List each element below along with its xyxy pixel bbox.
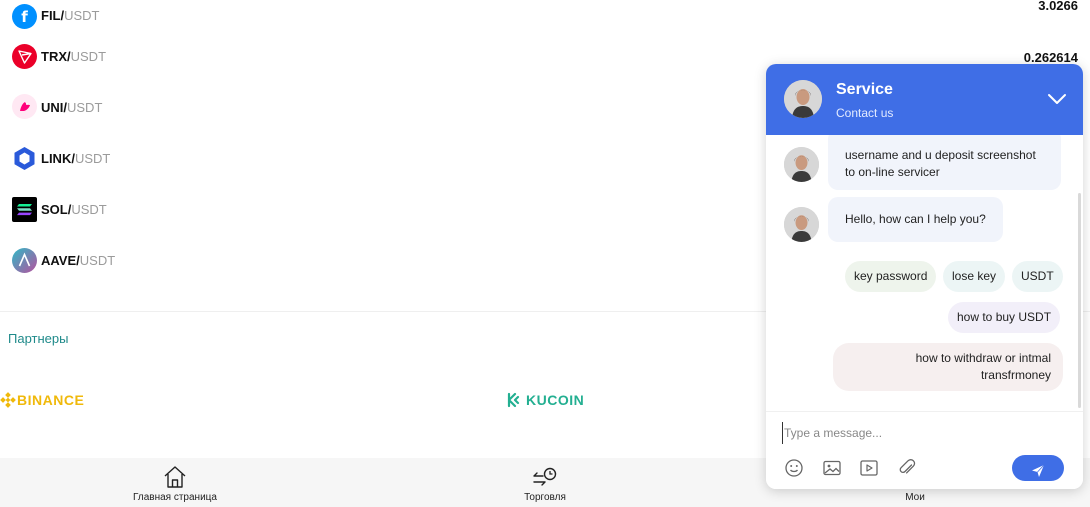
chat-scrollbar[interactable] [1078,193,1081,408]
uniswap-icon [12,94,37,119]
chat-input-bar [766,411,1083,489]
trade-clock-icon [533,467,557,486]
quick-reply-usdt[interactable]: USDT [1012,261,1063,292]
coin-quote: USDT [64,8,100,23]
coin-base: TRX/ [41,49,71,64]
chat-header: Service Contact us [766,64,1083,135]
binance-logo [0,392,16,408]
quick-reply-line: transfrmoney [980,368,1051,382]
aave-icon [12,248,37,273]
svg-text:f: f [21,8,28,26]
nav-trade[interactable]: Торговля [465,458,625,507]
nav-label: Торговля [524,492,566,503]
coin-base: FIL/ [41,8,65,23]
coin-price: 0.262614 [1023,50,1078,65]
nav-label: Главная страница [133,492,217,503]
partner-binance[interactable]: BINANCE [0,390,84,410]
partners-title: Партнеры [8,331,69,346]
chat-title: Service [836,81,893,98]
coin-base: SOL/ [41,202,72,217]
agent-message: username and u deposit screenshot to on-… [828,135,1061,190]
partner-name: KUCOIN [526,392,585,408]
chat-subtitle: Contact us [836,106,894,120]
agent-avatar [784,147,819,182]
quick-reply-line: how to withdraw or intmal [915,351,1051,365]
nav-home[interactable]: Главная страница [95,458,255,507]
nav-label: Мои [905,492,925,503]
coin-base: UNI/ [41,100,67,115]
tron-icon [12,44,37,69]
home-icon [164,466,186,488]
coin-quote: USDT [67,100,103,115]
coin-base: AAVE/ [41,253,80,268]
send-icon [1032,464,1045,477]
partner-kucoin[interactable]: KUCOIN [505,390,584,410]
quick-reply-key-password[interactable]: key password [845,261,937,292]
chainlink-icon [12,146,37,171]
coin-quote: USDT [79,253,116,268]
agent-message: Hello, how can I help you? [828,197,1003,242]
agent-avatar [784,80,822,118]
quick-reply-how-to-buy-usdt[interactable]: how to buy USDT [948,302,1061,333]
emoji-icon[interactable] [784,458,804,478]
image-icon[interactable] [822,458,842,478]
coin-quote: USDT [70,49,107,64]
coin-row-fil[interactable]: f FIL/USDT 3.0266 [0,0,1090,42]
solana-icon [12,197,37,222]
coin-base: LINK/ [41,151,75,166]
video-icon[interactable] [859,458,879,478]
message-line: Hello, how can I help you? [845,212,986,226]
kucoin-logo [507,392,520,408]
send-button[interactable] [1012,455,1064,481]
message-line: username and u deposit screenshot [845,148,1036,162]
quick-reply-lose-key[interactable]: lose key [943,261,1006,292]
message-input[interactable] [782,422,1062,444]
attachment-icon[interactable] [897,458,917,478]
message-list[interactable]: username and u deposit screenshot to on-… [766,135,1083,411]
coin-price: 3.0266 [1038,0,1078,13]
coin-quote: USDT [71,202,107,217]
chevron-down-icon[interactable] [1047,89,1067,109]
agent-avatar [784,207,819,242]
quick-reply-withdraw[interactable]: how to withdraw or intmal transfrmoney [833,343,1063,391]
chat-widget: Service Contact us username and u deposi… [766,64,1083,489]
partner-name: BINANCE [17,392,85,408]
message-line: to on-line servicer [845,165,940,179]
coin-quote: USDT [74,151,111,166]
filecoin-icon: f [12,4,37,29]
